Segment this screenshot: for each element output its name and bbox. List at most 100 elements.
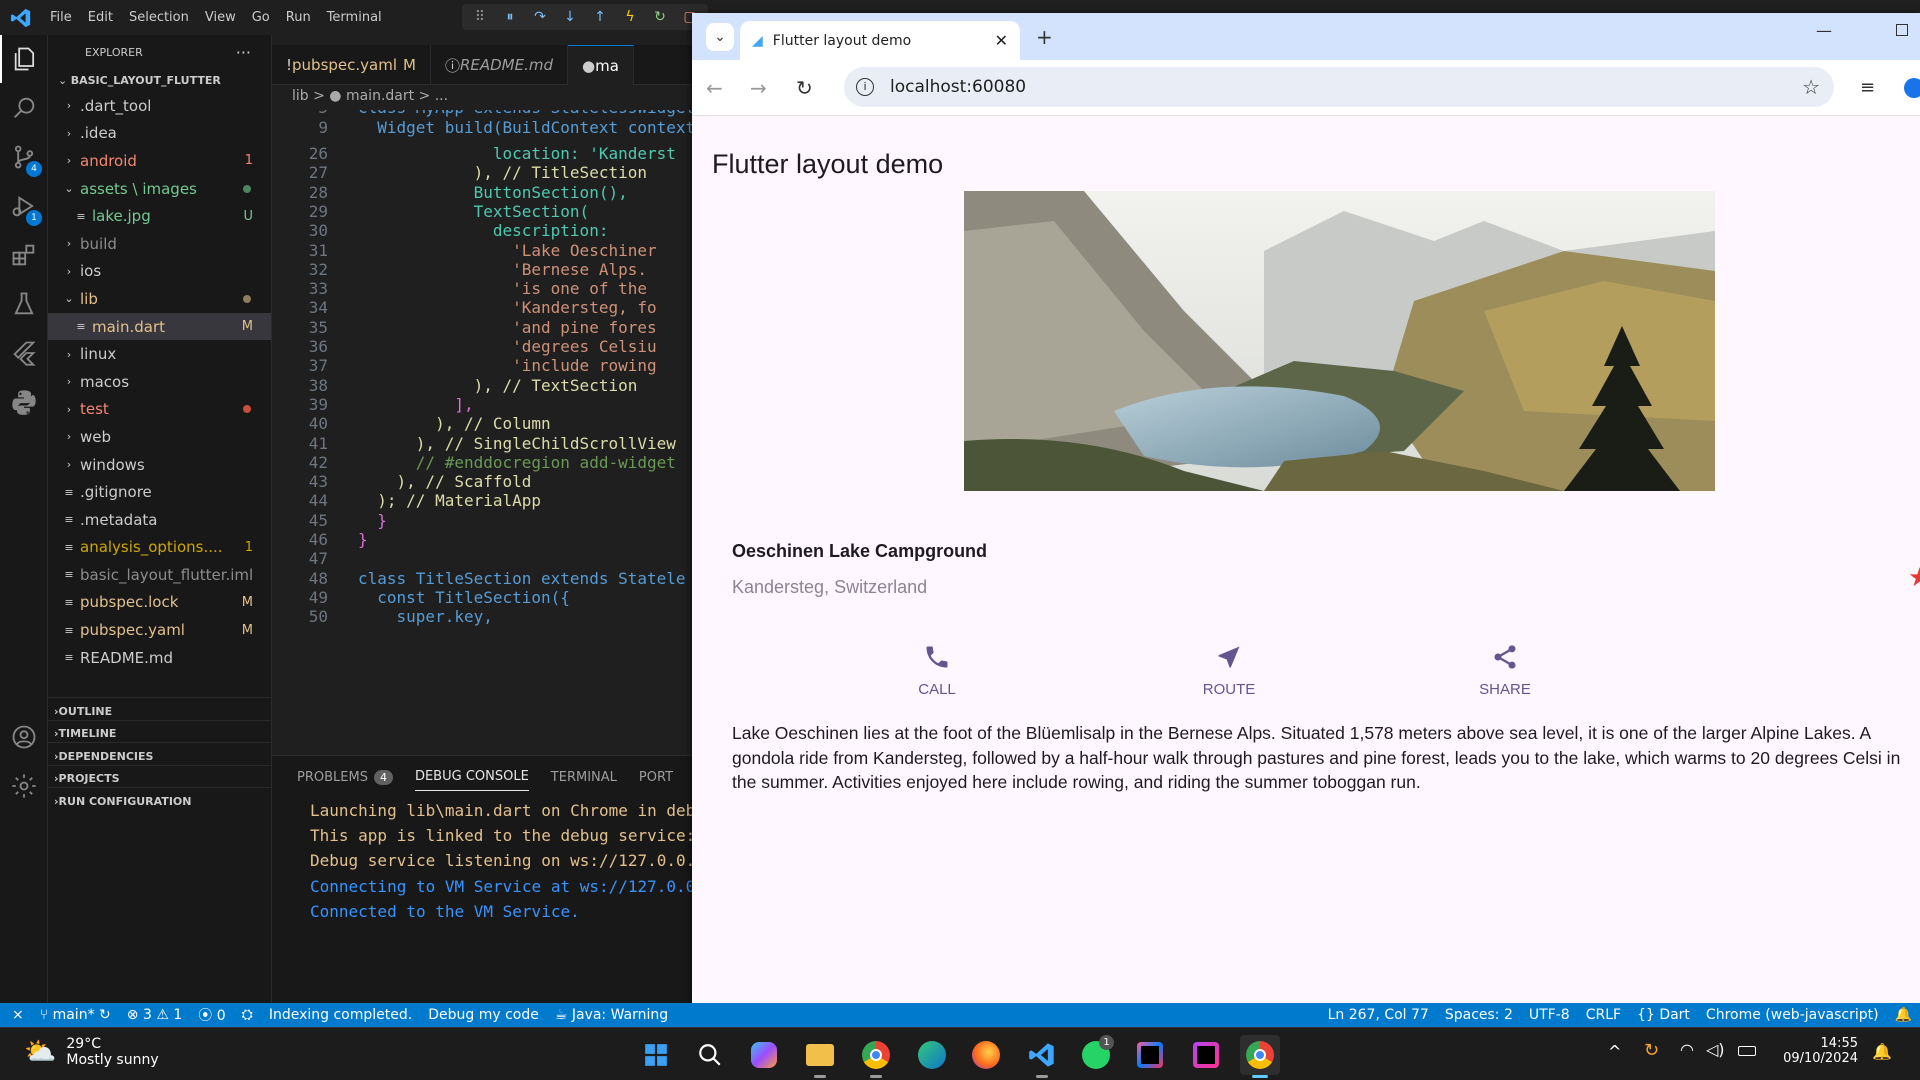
ports-indicator[interactable]: ⦿ 0 xyxy=(198,1005,225,1025)
flutter-device[interactable]: Chrome (web-javascript) xyxy=(1706,1007,1879,1023)
java-status[interactable]: ☕ Java: Warning xyxy=(555,1007,668,1023)
start-icon[interactable] xyxy=(636,1035,676,1075)
debug-run-icon[interactable]: ⛭ xyxy=(242,1007,253,1023)
drag-handle-icon[interactable]: ⠿ xyxy=(468,9,492,25)
phpstorm-icon[interactable] xyxy=(1186,1035,1226,1075)
branch-indicator[interactable]: ⑂ main* ↻ xyxy=(40,1007,111,1023)
code-editor[interactable]: 5 class MyApp extends StatelessWidget 9 Wi… xyxy=(272,110,692,755)
settings-gear-icon[interactable] xyxy=(0,762,48,810)
file-item[interactable]: ≡ .metadata xyxy=(48,506,271,534)
profile-icon[interactable] xyxy=(1904,77,1920,98)
chrome-tab-active[interactable]: ◢ Flutter layout demo ✕ xyxy=(740,21,1020,60)
explorer-more-icon[interactable]: ··· xyxy=(236,43,251,62)
chrome-taskbar-icon[interactable] xyxy=(856,1035,896,1078)
forward-icon[interactable]: → xyxy=(750,76,767,100)
cursor-position[interactable]: Ln 267, Col 77 xyxy=(1328,1007,1429,1023)
volume-icon[interactable]: ◁) xyxy=(1706,1040,1725,1059)
remote-icon[interactable]: ⨯ xyxy=(12,1007,24,1023)
step-out-icon[interactable]: ↑ xyxy=(588,9,612,25)
clock[interactable]: 14:55 09/10/2024 xyxy=(1778,1036,1858,1066)
pause-icon[interactable]: ⏸ xyxy=(498,9,522,25)
search-icon[interactable] xyxy=(0,84,48,132)
file-explorer-icon[interactable] xyxy=(800,1035,840,1078)
file-item[interactable]: ≡ basic_layout_flutter.iml xyxy=(48,561,271,589)
folder-item[interactable]: › linux xyxy=(48,340,271,368)
restart-icon[interactable]: ↻ xyxy=(648,9,672,25)
folder-item[interactable]: ⌄ lib xyxy=(48,285,271,313)
source-control-icon[interactable]: 4 xyxy=(0,133,48,181)
folder-item[interactable]: › .idea xyxy=(48,120,271,148)
whatsapp-icon[interactable]: 1 xyxy=(1076,1035,1116,1075)
call-button[interactable]: CALL xyxy=(877,643,997,698)
vscode-taskbar-icon[interactable] xyxy=(1022,1035,1062,1078)
folder-item[interactable]: › ios xyxy=(48,258,271,286)
folder-item[interactable]: › web xyxy=(48,423,271,451)
edge-icon[interactable] xyxy=(912,1035,952,1075)
intellij-icon[interactable] xyxy=(1130,1035,1170,1075)
notifications-icon[interactable]: 🔔 xyxy=(1895,1007,1912,1023)
folder-item[interactable]: › build xyxy=(48,230,271,258)
file-item[interactable]: ≡ pubspec.yaml M xyxy=(48,616,271,644)
panel-tab-terminal[interactable]: TERMINAL xyxy=(551,770,617,785)
menu-edit[interactable]: Edit xyxy=(80,0,121,35)
file-item[interactable]: ≡ analysis_options.... 1 xyxy=(48,534,271,562)
file-item[interactable]: ≡ .gitignore xyxy=(48,478,271,506)
url-text[interactable]: localhost:60080 xyxy=(890,77,1026,97)
hot-reload-icon[interactable]: ϟ xyxy=(618,9,642,25)
panel-tab-problems[interactable]: PROBLEMS 4 xyxy=(297,769,393,785)
share-button[interactable]: SHARE xyxy=(1445,643,1565,698)
panel-tab-port[interactable]: PORT xyxy=(639,770,673,785)
notification-bell-icon[interactable]: 🔔 xyxy=(1872,1042,1892,1061)
menu-file[interactable]: File xyxy=(42,0,80,35)
folder-item[interactable]: ⌄ assets \ images xyxy=(48,175,271,203)
sync-icon[interactable]: ↻ xyxy=(1644,1040,1659,1061)
chrome-active-taskbar-icon[interactable] xyxy=(1240,1035,1280,1078)
route-button[interactable]: ROUTE xyxy=(1169,643,1289,698)
maximize-icon[interactable] xyxy=(1896,24,1908,36)
copilot-icon[interactable] xyxy=(744,1035,784,1075)
folder-item[interactable]: › android 1 xyxy=(48,147,271,175)
debug-console-output[interactable]: Launching lib\main.dart on Chrome in deb… xyxy=(272,798,695,924)
step-into-icon[interactable]: ↓ xyxy=(558,9,582,25)
problems-indicator[interactable]: ⊗ 3 ⚠ 1 xyxy=(127,1007,182,1023)
breadcrumb[interactable]: lib > ● main.dart > ... xyxy=(292,88,448,104)
menu-terminal[interactable]: Terminal xyxy=(319,0,390,35)
menu-view[interactable]: View xyxy=(197,0,244,35)
tab-close-icon[interactable]: ✕ xyxy=(995,31,1008,50)
new-tab-icon[interactable]: + xyxy=(1036,25,1053,49)
debug-my-code[interactable]: Debug my code xyxy=(428,1007,539,1023)
tab-search-icon[interactable]: ⌄ xyxy=(706,23,734,51)
firefox-icon[interactable] xyxy=(966,1035,1006,1075)
media-control-icon[interactable]: ≡ xyxy=(1860,77,1875,98)
file-item[interactable]: ≡ lake.jpg U xyxy=(48,202,271,230)
minimize-icon[interactable]: — xyxy=(1816,21,1832,40)
file-item[interactable]: ≡ main.dart M xyxy=(48,312,271,341)
folder-item[interactable]: › .dart_tool xyxy=(48,92,271,120)
weather-widget[interactable]: ⛅ 29°C Mostly sunny xyxy=(24,1036,159,1068)
step-over-icon[interactable]: ↷ xyxy=(528,9,552,25)
menu-selection[interactable]: Selection xyxy=(121,0,197,35)
indentation[interactable]: Spaces: 2 xyxy=(1445,1007,1513,1023)
account-icon[interactable] xyxy=(0,713,48,761)
file-item[interactable]: ≡ pubspec.lock M xyxy=(48,589,271,617)
editor-tab[interactable]: ! pubspec.yaml M xyxy=(272,45,431,85)
back-icon[interactable]: ← xyxy=(706,76,723,100)
folder-item[interactable]: › macos xyxy=(48,368,271,396)
testing-icon[interactable] xyxy=(0,280,48,328)
line-endings[interactable]: CRLF xyxy=(1586,1007,1621,1023)
folder-item[interactable]: › test xyxy=(48,396,271,424)
encoding[interactable]: UTF-8 xyxy=(1529,1007,1570,1023)
editor-tab[interactable]: ● ma xyxy=(568,45,634,85)
favorite-star-icon[interactable]: ★ xyxy=(1908,563,1920,593)
panel-tab-debug-console[interactable]: DEBUG CONSOLE xyxy=(414,769,529,791)
file-item[interactable]: ≡ README.md xyxy=(48,644,271,672)
python-icon[interactable] xyxy=(0,378,48,426)
flutter-icon[interactable] xyxy=(0,329,48,377)
wifi-icon[interactable]: ◠ xyxy=(1680,1040,1694,1059)
explorer-icon[interactable] xyxy=(0,35,48,83)
editor-tab[interactable]: ⓘ README.md xyxy=(431,45,569,85)
battery-icon[interactable] xyxy=(1738,1046,1756,1056)
address-bar[interactable]: i localhost:60080 ☆ xyxy=(844,67,1834,107)
extensions-icon[interactable] xyxy=(0,231,48,279)
bookmark-star-icon[interactable]: ☆ xyxy=(1802,75,1820,99)
